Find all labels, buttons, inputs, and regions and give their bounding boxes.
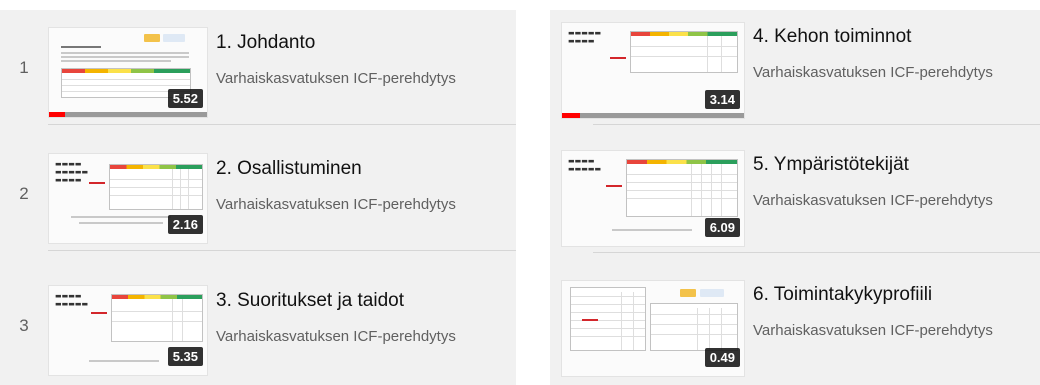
playlist-item[interactable]: 3 ▬▬▬▬ ▬▬▬▬▬ 5.35 3. Suoritukset ja taido… [0, 268, 516, 383]
watch-progress [49, 370, 207, 375]
video-thumbnail[interactable]: 0.49 [561, 280, 745, 377]
playlist-item[interactable]: 2 ▬▬▬▬ ▬▬▬▬▬ ▬▬▬▬ 2.16 2. Osallistuminen V… [0, 136, 516, 251]
playlist-item[interactable]: 1 5.52 1. Johdanto Varhaiskasvatuksen IC… [0, 10, 516, 125]
divider [48, 250, 516, 251]
video-thumbnail[interactable]: ▬▬▬▬ ▬▬▬▬▬ 6.09 [561, 150, 745, 247]
slide-table [630, 31, 738, 73]
playlist-column-right: 4 ▬▬▬▬▬▬▬▬▬ 3.14 4. Kehon toiminnot Varh… [550, 10, 1040, 385]
channel-name[interactable]: Varhaiskasvatuksen ICF-perehdytys [216, 196, 456, 213]
playlist-column-left: 1 5.52 1. Johdanto Varhaiskasvatuksen IC… [0, 10, 516, 385]
slide-table [626, 159, 738, 217]
duration-badge: 2.16 [167, 215, 203, 234]
slide-logo-icon [144, 34, 160, 42]
channel-name[interactable]: Varhaiskasvatuksen ICF-perehdytys [753, 322, 993, 339]
duration-badge: 3.14 [704, 90, 740, 109]
duration-badge: 5.52 [167, 89, 203, 108]
playlist-item[interactable]: 6 0.49 6. Toimintakykyprofiili Varhaiska… [550, 268, 1040, 383]
channel-name[interactable]: Varhaiskasvatuksen ICF-perehdytys [753, 192, 993, 209]
slide-table [111, 294, 203, 342]
playlist-item[interactable]: 5 ▬▬▬▬▬▬▬▬▬ 6.09 5. Ympäristötekijät Var… [550, 138, 1040, 253]
item-index: 3 [19, 315, 29, 335]
divider [48, 124, 516, 125]
slide-table [650, 303, 738, 351]
watch-progress [49, 112, 207, 117]
channel-name[interactable]: Varhaiskasvatuksen ICF-perehdytys [216, 70, 456, 87]
item-index: 1 [19, 57, 29, 77]
slide-logo-icon [700, 289, 724, 297]
divider [593, 124, 1040, 125]
video-title[interactable]: 5. Ympäristötekijät [753, 154, 909, 176]
channel-name[interactable]: Varhaiskasvatuksen ICF-perehdytys [216, 328, 456, 345]
slide-table [109, 164, 203, 210]
divider [593, 252, 1040, 253]
playlist: 1 5.52 1. Johdanto Varhaiskasvatuksen IC… [0, 0, 1040, 385]
video-title[interactable]: 1. Johdanto [216, 32, 315, 54]
slide-logo-icon [163, 34, 185, 42]
video-thumbnail[interactable]: ▬▬▬▬ ▬▬▬▬▬ 5.35 [48, 285, 208, 376]
video-thumbnail[interactable]: 5.52 [48, 27, 208, 118]
item-index: 2 [19, 183, 29, 203]
video-title[interactable]: 6. Toimintakykyprofiili [753, 284, 932, 306]
video-thumbnail[interactable]: ▬▬▬▬▬ ▬▬▬▬ 3.14 [561, 22, 745, 119]
watch-progress [49, 238, 207, 243]
video-title[interactable]: 2. Osallistuminen [216, 158, 362, 180]
slide-logo-icon [680, 289, 696, 297]
duration-badge: 5.35 [167, 347, 203, 366]
video-thumbnail[interactable]: ▬▬▬▬ ▬▬▬▬▬ ▬▬▬▬ 2.16 [48, 153, 208, 244]
duration-badge: 6.09 [704, 218, 740, 237]
video-title[interactable]: 3. Suoritukset ja taidot [216, 290, 404, 312]
watch-progress [562, 113, 744, 118]
playlist-item[interactable]: 4 ▬▬▬▬▬▬▬▬▬ 3.14 4. Kehon toiminnot Varh… [550, 10, 1040, 125]
watch-progress [562, 371, 744, 376]
duration-badge: 0.49 [704, 348, 740, 367]
watch-progress [562, 241, 744, 246]
channel-name[interactable]: Varhaiskasvatuksen ICF-perehdytys [753, 64, 993, 81]
video-title[interactable]: 4. Kehon toiminnot [753, 26, 911, 48]
